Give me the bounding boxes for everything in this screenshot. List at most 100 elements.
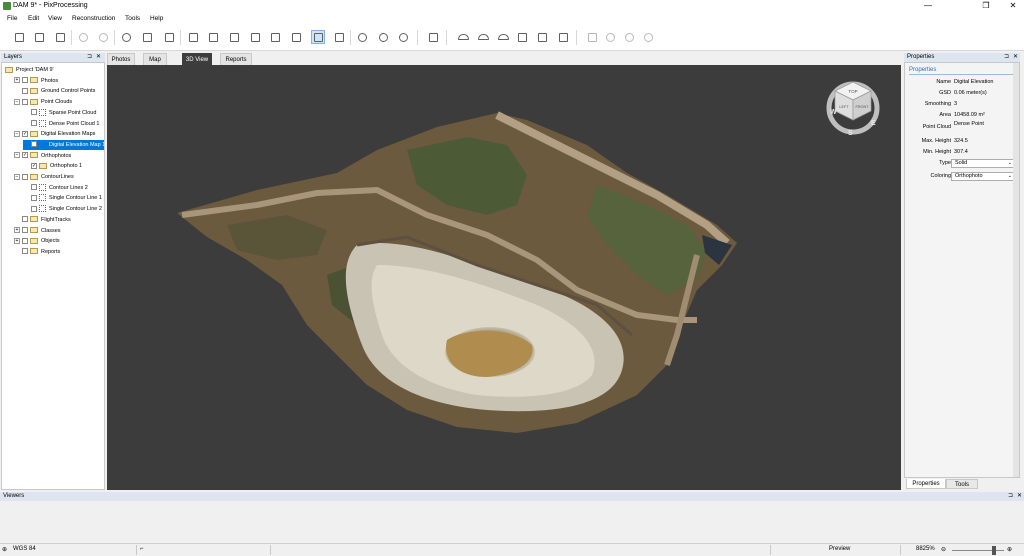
layers-close-icon[interactable]: ✕: [96, 53, 101, 62]
open-project-icon[interactable]: [32, 30, 46, 44]
coloring-select[interactable]: Orthophoto ⌄: [951, 172, 1015, 181]
menu-edit[interactable]: Edit: [28, 15, 39, 22]
zoom-fit-icon[interactable]: [396, 30, 410, 44]
visibility-checkbox[interactable]: ✓: [22, 152, 28, 159]
visibility-checkbox[interactable]: [31, 109, 37, 116]
orthographic-view-icon[interactable]: [332, 30, 346, 44]
volume-base-icon[interactable]: [476, 30, 490, 44]
redo-icon[interactable]: [96, 30, 110, 44]
zoom-in-button[interactable]: ⊕: [1007, 546, 1012, 553]
tab-reports[interactable]: Reports: [220, 53, 252, 65]
terrain-icon[interactable]: [426, 30, 440, 44]
expand-toggle-icon[interactable]: [23, 141, 29, 147]
properties-close-icon[interactable]: ✕: [1013, 53, 1018, 62]
expand-toggle-icon[interactable]: −: [14, 130, 20, 137]
tree-item[interactable]: Single Contour Line 2: [23, 204, 102, 214]
tree-item[interactable]: + Objects: [14, 236, 60, 246]
viewers-pin-icon[interactable]: ⊐: [1008, 492, 1013, 501]
close-window-button[interactable]: ✕: [1005, 1, 1021, 11]
expand-toggle-icon[interactable]: [23, 184, 29, 190]
save-project-icon[interactable]: [53, 30, 67, 44]
visibility-checkbox[interactable]: [22, 237, 28, 244]
visibility-checkbox[interactable]: ✓: [31, 141, 37, 148]
play-icon[interactable]: [162, 30, 176, 44]
undo-icon[interactable]: [76, 30, 90, 44]
menu-view[interactable]: View: [48, 15, 62, 22]
menu-reconstruction[interactable]: Reconstruction: [72, 15, 115, 22]
menu-help[interactable]: Help: [150, 15, 163, 22]
expand-toggle-icon[interactable]: +: [14, 227, 20, 234]
view-bottom-icon[interactable]: [289, 30, 303, 44]
minimize-button[interactable]: —: [920, 1, 936, 11]
new-project-icon[interactable]: [12, 30, 26, 44]
tab-map[interactable]: Map: [143, 53, 167, 65]
tab-tools[interactable]: Tools: [946, 479, 978, 489]
3d-viewport[interactable]: TOP LEFT FRONT W S E: [107, 65, 901, 490]
type-select[interactable]: Solid ⌄: [951, 159, 1015, 168]
visibility-checkbox[interactable]: [22, 87, 28, 94]
visibility-checkbox[interactable]: [22, 227, 28, 234]
visibility-checkbox[interactable]: [31, 120, 37, 127]
tree-item[interactable]: ✓ Orthophoto 1: [23, 161, 82, 171]
visibility-checkbox[interactable]: [22, 216, 28, 223]
visibility-checkbox[interactable]: [31, 205, 37, 212]
expand-toggle-icon[interactable]: +: [14, 77, 20, 84]
view-front-icon[interactable]: [186, 30, 200, 44]
tree-item[interactable]: Reports: [14, 247, 60, 257]
tree-item[interactable]: − Point Clouds: [14, 97, 72, 107]
expand-toggle-icon[interactable]: [14, 88, 20, 94]
expand-toggle-icon[interactable]: [23, 120, 29, 126]
zoom-out-icon[interactable]: [376, 30, 390, 44]
tree-item[interactable]: Single Contour Line 1: [23, 193, 102, 203]
visibility-checkbox[interactable]: [22, 98, 28, 105]
expand-toggle-icon[interactable]: [14, 248, 20, 254]
visibility-checkbox[interactable]: [22, 248, 28, 255]
volume-icon[interactable]: [456, 30, 470, 44]
cut-tool-icon[interactable]: [515, 30, 529, 44]
visibility-checkbox[interactable]: [22, 173, 28, 180]
tree-item[interactable]: Sparse Point Cloud: [23, 108, 96, 118]
view-right-icon[interactable]: [248, 30, 262, 44]
expand-toggle-icon[interactable]: [23, 109, 29, 115]
expand-toggle-icon[interactable]: +: [14, 237, 20, 244]
perspective-view-icon[interactable]: [311, 30, 325, 44]
expand-toggle-icon[interactable]: [23, 163, 29, 169]
menu-file[interactable]: File: [7, 15, 17, 22]
tree-item[interactable]: − ContourLines: [14, 172, 74, 182]
image-icon[interactable]: [140, 30, 154, 44]
viewers-close-icon[interactable]: ✕: [1017, 492, 1022, 501]
layers-pin-icon[interactable]: ⊐: [87, 53, 92, 62]
select-tool-icon[interactable]: [585, 30, 599, 44]
visibility-checkbox[interactable]: ✓: [31, 162, 37, 169]
tree-item[interactable]: + Photos: [14, 76, 58, 86]
tree-item[interactable]: − ✓ Orthophotos: [14, 151, 71, 161]
view-cube[interactable]: TOP LEFT FRONT W S E: [825, 76, 881, 137]
move-point-icon[interactable]: [641, 30, 655, 44]
visibility-checkbox[interactable]: ✓: [22, 130, 28, 137]
tab-properties[interactable]: Properties: [906, 479, 946, 489]
add-point-icon[interactable]: [603, 30, 617, 44]
expand-toggle-icon[interactable]: [23, 195, 29, 201]
tree-item[interactable]: Contour Lines 2: [23, 183, 88, 193]
fill-tool-icon[interactable]: [556, 30, 570, 44]
remove-point-icon[interactable]: [622, 30, 636, 44]
tree-item[interactable]: − ✓ Digital Elevation Maps: [14, 129, 95, 139]
view-top-icon[interactable]: [268, 30, 282, 44]
tree-item[interactable]: FlightTracks: [14, 215, 71, 225]
refresh-icon[interactable]: [119, 30, 133, 44]
expand-toggle-icon[interactable]: [23, 206, 29, 212]
visibility-checkbox[interactable]: [31, 184, 37, 191]
zoom-out-button[interactable]: ⊖: [941, 546, 946, 553]
crop-tool-icon[interactable]: [535, 30, 549, 44]
tree-item[interactable]: + Classes: [14, 226, 61, 236]
volume-cut-icon[interactable]: [496, 30, 510, 44]
properties-scrollbar[interactable]: [1013, 63, 1019, 477]
menu-tools[interactable]: Tools: [125, 15, 140, 22]
zoom-slider-track[interactable]: [952, 550, 1004, 551]
tree-item[interactable]: Dense Point Cloud 1: [23, 119, 99, 129]
view-back-icon[interactable]: [206, 30, 220, 44]
properties-pin-icon[interactable]: ⊐: [1004, 53, 1009, 62]
zoom-in-icon[interactable]: [355, 30, 369, 44]
expand-toggle-icon[interactable]: −: [14, 173, 20, 180]
tab-photos[interactable]: Photos: [107, 53, 135, 65]
